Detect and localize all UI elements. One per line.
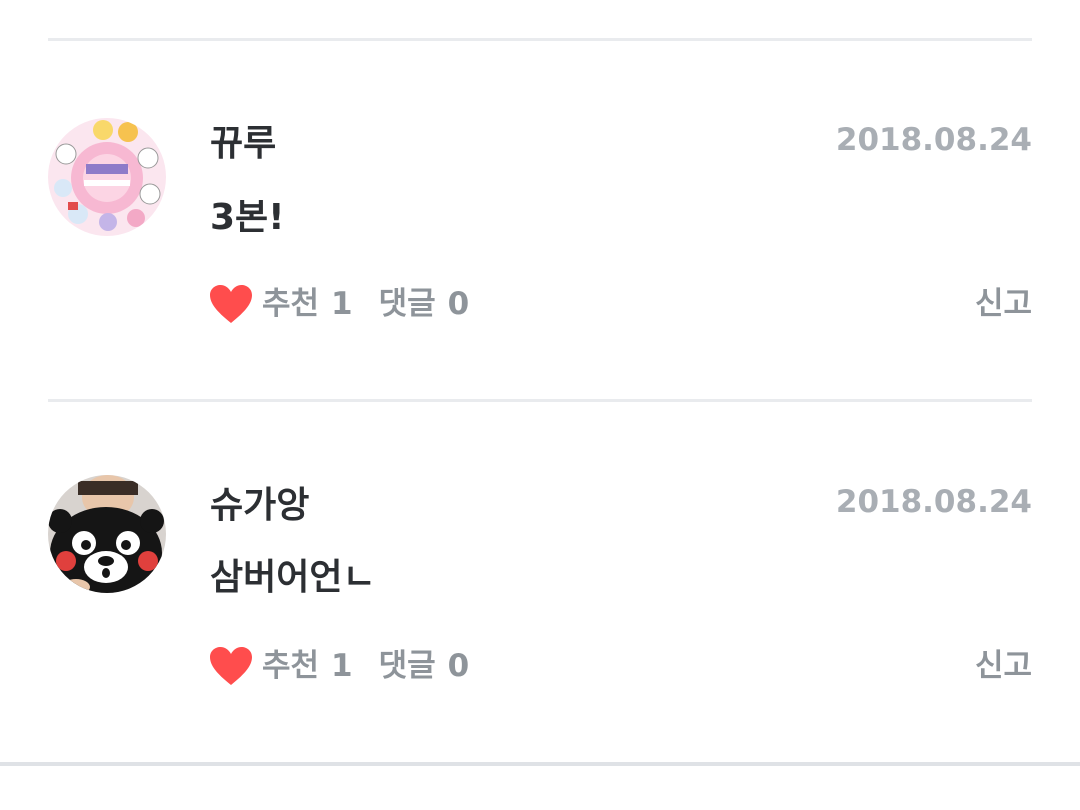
username[interactable]: 뀨루 [210, 122, 276, 166]
username[interactable]: 슈가앙 [210, 484, 309, 528]
comment-actions: 추천 1 댓글 0 [208, 280, 469, 328]
comment-date: 2018.08.24 [835, 122, 1032, 158]
bottom-divider [0, 762, 1080, 766]
report-button[interactable]: 신고 [975, 284, 1032, 324]
comment-item: 뀨루 2018.08.24 3본! 추천 1 댓글 0 신고 [0, 40, 1080, 340]
reply-label[interactable]: 댓글 [379, 284, 436, 324]
heart-icon[interactable] [208, 283, 254, 325]
comment-text: 3본! [210, 197, 285, 238]
user-avatar[interactable] [48, 118, 166, 236]
comment-actions: 추천 1 댓글 0 [208, 642, 469, 690]
like-count[interactable]: 1 [331, 284, 353, 324]
comment-date: 2018.08.24 [835, 484, 1032, 520]
comment-item: 슈가앙 2018.08.24 삼버어언ㄴ 추천 1 댓글 0 신고 [0, 402, 1080, 702]
avatar-bt21-stickers-icon [48, 118, 166, 236]
user-avatar[interactable] [48, 475, 166, 593]
like-label[interactable]: 추천 [262, 284, 319, 324]
heart-icon[interactable] [208, 645, 254, 687]
reply-count[interactable]: 0 [448, 646, 470, 686]
avatar-kumamon-bear-icon [48, 475, 166, 593]
reply-count[interactable]: 0 [448, 284, 470, 324]
comment-text: 삼버어언ㄴ [210, 557, 376, 598]
report-button[interactable]: 신고 [975, 646, 1032, 686]
like-label[interactable]: 추천 [262, 646, 319, 686]
like-count[interactable]: 1 [331, 646, 353, 686]
reply-label[interactable]: 댓글 [379, 646, 436, 686]
